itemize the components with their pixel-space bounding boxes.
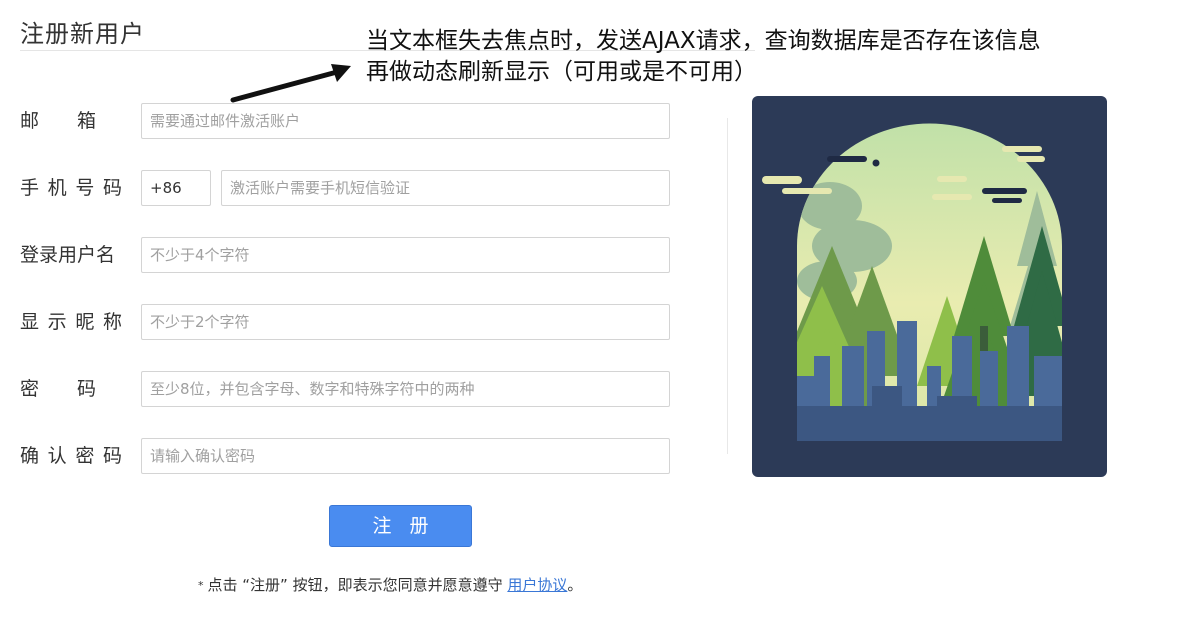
- user-agreement-link[interactable]: 用户协议: [507, 576, 567, 594]
- country-code-field[interactable]: [141, 170, 211, 206]
- email-label: 邮 箱: [20, 110, 97, 132]
- nickname-field[interactable]: [141, 304, 670, 340]
- annotation-note: 当文本框失去焦点时，发送AJAX请求，查询数据库是否存在该信息 再做动态刷新显示…: [366, 26, 1041, 88]
- password-field[interactable]: [141, 371, 670, 407]
- agreement-suffix: 。: [567, 576, 583, 594]
- phone-field[interactable]: [221, 170, 670, 206]
- password-label: 密 码: [20, 378, 97, 400]
- annotation-arrow-icon: [230, 64, 351, 103]
- page-title: 注册新用户: [20, 20, 145, 48]
- forest-illustration: [752, 96, 1107, 477]
- username-field[interactable]: [141, 237, 670, 273]
- confirm-password-label: 确认密码: [20, 445, 122, 467]
- vertical-divider: [727, 118, 728, 454]
- nickname-label: 显示昵称: [20, 311, 122, 333]
- annotation-line-2: 再做动态刷新显示（可用或是不可用）: [366, 59, 757, 85]
- agreement-note: * 点击 “注册” 按钮，即表示您同意并愿意遵守 用户协议。: [198, 574, 582, 595]
- agreement-text: 点击 “注册” 按钮，即表示您同意并愿意遵守: [207, 576, 508, 594]
- email-field[interactable]: [141, 103, 670, 139]
- register-button[interactable]: 注册: [329, 505, 472, 547]
- annotation-line-1: 当文本框失去焦点时，发送AJAX请求，查询数据库是否存在该信息: [366, 28, 1041, 54]
- confirm-password-field[interactable]: [141, 438, 670, 474]
- agreement-star: *: [198, 579, 204, 592]
- username-label: 登录用户名: [20, 244, 116, 266]
- phone-label: 手机号码: [20, 177, 122, 199]
